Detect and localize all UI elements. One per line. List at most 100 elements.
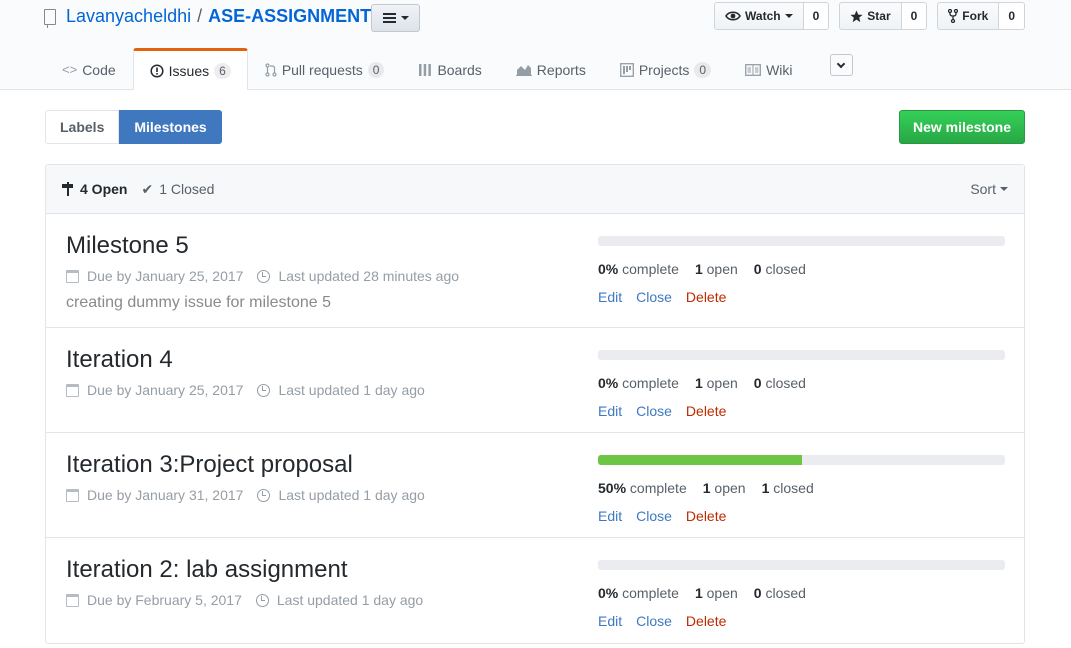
fork-button[interactable]: Fork	[937, 2, 1000, 30]
star-button[interactable]: Star	[839, 2, 902, 30]
milestone-meta: Due by January 25, 2017 Last updated 1 d…	[66, 382, 425, 398]
delete-link[interactable]: Delete	[686, 289, 726, 305]
open-issues[interactable]: 1 open	[695, 261, 738, 277]
tab-code[interactable]: <> Code	[45, 48, 133, 90]
repo-owner-link[interactable]: Lavanyacheldhi	[66, 6, 191, 27]
open-filter[interactable]: 4 Open	[62, 181, 127, 197]
delete-link[interactable]: Delete	[686, 508, 726, 524]
last-updated: Last updated 1 day ago	[257, 382, 425, 398]
last-updated-text: Last updated 1 day ago	[278, 382, 425, 398]
progress-bar	[598, 455, 1005, 465]
closed-filter[interactable]: ✔ 1 Closed	[141, 181, 214, 198]
milestone-icon	[62, 182, 74, 196]
due-date-text: Due by February 5, 2017	[87, 592, 242, 608]
tab-reports[interactable]: Reports	[499, 48, 603, 90]
tab-label: Projects	[638, 61, 690, 78]
watch-label: Watch	[745, 9, 781, 23]
repo-name-link[interactable]: ASE-ASSIGNMENTS	[208, 6, 383, 27]
milestone-stats: 0% complete 1 open 0 closed	[598, 585, 1005, 601]
calendar-icon	[66, 269, 79, 283]
watch-button[interactable]: Watch	[714, 2, 804, 30]
milestone-stats: 50% complete 1 open 1 closed	[598, 480, 1005, 496]
milestone-info: Milestone 5 Due by January 25, 2017 Last…	[66, 232, 459, 312]
close-link[interactable]: Close	[636, 508, 672, 524]
milestone-actions: Edit Close Delete	[598, 403, 1005, 419]
repo-title: Lavanyacheldhi / ASE-ASSIGNMENTS	[44, 6, 383, 28]
fork-count[interactable]: 0	[999, 2, 1025, 30]
closed-issues[interactable]: 1 closed	[762, 480, 814, 496]
milestone-row: Iteration 4 Due by January 25, 2017 Last…	[46, 328, 1024, 433]
star-count[interactable]: 0	[901, 2, 928, 30]
new-milestone-button[interactable]: New milestone	[898, 110, 1025, 144]
milestone-meta: Due by January 31, 2017 Last updated 1 d…	[66, 487, 425, 503]
percent-complete: 50% complete	[598, 480, 687, 496]
caret-down-icon	[784, 14, 793, 18]
close-link[interactable]: Close	[636, 613, 672, 629]
tab-boards[interactable]: Boards	[401, 48, 498, 90]
delete-link[interactable]: Delete	[686, 613, 726, 629]
edit-link[interactable]: Edit	[598, 613, 622, 629]
tab-label: Issues	[168, 62, 210, 79]
caret-down-icon	[1000, 187, 1008, 191]
milestone-row: Iteration 2: lab assignment Due by Febru…	[46, 538, 1024, 643]
milestone-title[interactable]: Iteration 3:Project proposal	[66, 451, 425, 479]
edit-link[interactable]: Edit	[598, 403, 622, 419]
star-action: Star 0	[839, 2, 928, 30]
calendar-icon	[66, 383, 79, 397]
tab-label: Reports	[536, 61, 586, 78]
issues-counter: 6	[214, 62, 231, 79]
closed-issues[interactable]: 0 closed	[754, 585, 806, 601]
star-icon	[850, 9, 863, 22]
more-tabs-button[interactable]	[829, 54, 853, 76]
milestone-info: Iteration 2: lab assignment Due by Febru…	[66, 556, 423, 608]
due-date-text: Due by January 25, 2017	[87, 382, 244, 398]
open-issues[interactable]: 1 open	[695, 375, 738, 391]
milestone-meta: Due by February 5, 2017 Last updated 1 d…	[66, 592, 423, 608]
due-date: Due by January 25, 2017	[66, 382, 243, 398]
list-icon	[382, 11, 396, 25]
repo-menu-button[interactable]	[371, 4, 420, 32]
open-issues[interactable]: 1 open	[703, 480, 746, 496]
last-updated: Last updated 1 day ago	[257, 487, 425, 503]
star-label: Star	[867, 9, 891, 23]
tab-wiki[interactable]: Wiki	[728, 48, 809, 90]
edit-link[interactable]: Edit	[598, 289, 622, 305]
due-date: Due by January 31, 2017	[66, 487, 243, 503]
sort-dropdown[interactable]: Sort	[970, 181, 1008, 197]
open-count-label: 4 Open	[80, 181, 128, 197]
due-date: Due by January 25, 2017	[66, 268, 243, 284]
tab-label: Code	[82, 61, 116, 78]
repo-icon	[44, 8, 56, 28]
percent-complete: 0% complete	[598, 585, 679, 601]
edit-link[interactable]: Edit	[598, 508, 622, 524]
milestone-title[interactable]: Milestone 5	[66, 232, 459, 260]
progress-fill	[598, 455, 802, 465]
watch-action: Watch 0	[714, 2, 830, 30]
fork-action: Fork 0	[937, 2, 1025, 30]
fork-label: Fork	[962, 9, 989, 23]
tab-label: Pull requests	[281, 61, 363, 78]
book-icon	[745, 63, 762, 76]
close-link[interactable]: Close	[636, 403, 672, 419]
closed-issues[interactable]: 0 closed	[754, 375, 806, 391]
eye-icon	[725, 11, 741, 21]
due-date: Due by February 5, 2017	[66, 592, 242, 608]
tab-label: Boards	[437, 61, 482, 78]
labels-link[interactable]: Labels	[45, 110, 120, 144]
open-issues[interactable]: 1 open	[695, 585, 738, 601]
watch-count[interactable]: 0	[803, 2, 830, 30]
milestones-link[interactable]: Milestones	[119, 110, 222, 144]
milestone-stats: 0% complete 1 open 0 closed	[598, 375, 1005, 391]
issue-icon	[150, 63, 164, 78]
close-link[interactable]: Close	[636, 289, 672, 305]
delete-link[interactable]: Delete	[686, 403, 726, 419]
milestone-title[interactable]: Iteration 2: lab assignment	[66, 556, 423, 584]
tab-issues[interactable]: Issues 6	[132, 48, 248, 90]
milestone-title[interactable]: Iteration 4	[66, 346, 425, 374]
due-date-text: Due by January 31, 2017	[87, 487, 244, 503]
milestone-progress: 0% complete 1 open 0 closed Edit Close D…	[598, 236, 1005, 305]
closed-issues[interactable]: 0 closed	[754, 261, 806, 277]
boards-icon	[419, 63, 432, 76]
tab-pull-requests[interactable]: Pull requests 0	[248, 48, 402, 90]
tab-projects[interactable]: Projects 0	[603, 48, 728, 90]
